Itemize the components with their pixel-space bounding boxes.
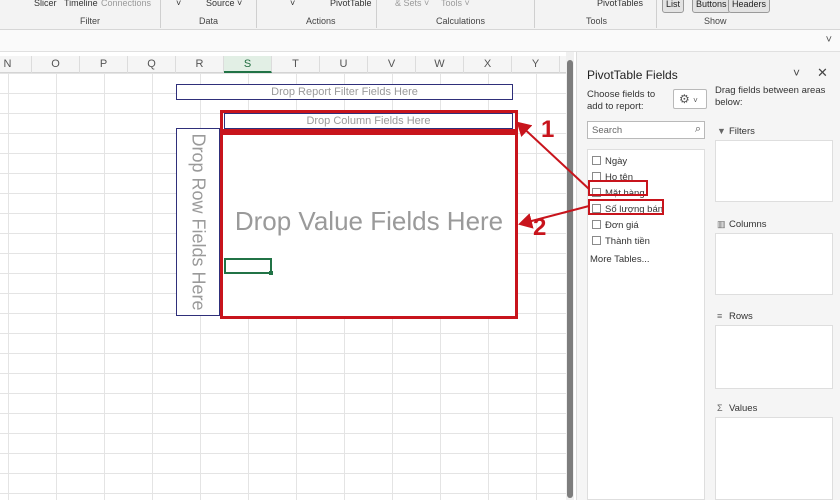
choose-fields-label: Choose fields to add to report: [587, 89, 656, 112]
gear-icon[interactable]: ⚙ ˅ [673, 89, 707, 109]
search-icon[interactable]: ⌕ [695, 123, 701, 136]
drag-fields-label: Drag fields between areas below: [715, 85, 826, 108]
columns-area[interactable] [715, 233, 833, 295]
column-header[interactable]: N [0, 56, 32, 73]
field-item[interactable]: Đơn giá [592, 220, 639, 231]
ribbon-separator [656, 0, 657, 28]
filter-icon: ▼ [717, 126, 726, 136]
pivottable-move-button[interactable]: PivotTable [330, 0, 372, 8]
expand-formula-bar-icon[interactable]: ˅ [826, 34, 832, 46]
drop-row-area[interactable]: Drop Row Fields Here [176, 128, 220, 316]
ribbon-separator [160, 0, 161, 28]
column-header[interactable]: O [32, 56, 80, 73]
slicer-button[interactable]: Slicer [34, 0, 57, 8]
highlight-field-mat-hang [588, 180, 648, 196]
chevron-down-icon[interactable]: ˅ [176, 0, 181, 8]
group-label-calculations: Calculations [436, 16, 486, 26]
rows-area[interactable] [715, 325, 833, 389]
values-area[interactable] [715, 417, 833, 500]
field-label: Thành tiền [605, 236, 650, 247]
column-header[interactable]: X [464, 56, 512, 73]
checkbox[interactable] [592, 236, 601, 245]
values-area-header: Σ Values [717, 403, 757, 414]
connections-button[interactable]: Connections [101, 0, 151, 8]
filters-area[interactable] [715, 140, 833, 202]
column-header[interactable]: R [176, 56, 224, 73]
field-list-button[interactable]: List [662, 0, 685, 13]
rows-icon: ≡ [717, 311, 723, 321]
formula-bar[interactable]: ˅ [0, 30, 840, 52]
column-header[interactable]: Q [128, 56, 176, 73]
timeline-button[interactable]: Timeline [64, 0, 98, 8]
column-header-row: N O P Q R S T U V W X Y [0, 56, 566, 73]
values-label: Values [729, 403, 758, 414]
highlight-value-area [220, 132, 518, 319]
column-header[interactable]: P [80, 56, 128, 73]
ribbon: Slicer Timeline Connections Filter ˅ Sou… [0, 0, 840, 30]
checkbox[interactable] [592, 220, 601, 229]
group-label-data: Data [199, 16, 219, 26]
column-header[interactable]: W [416, 56, 464, 73]
olap-tools-button[interactable]: Tools ˅ [441, 0, 470, 8]
column-header[interactable]: Y [512, 56, 560, 73]
group-label-actions: Actions [306, 16, 336, 26]
column-header[interactable]: V [368, 56, 416, 73]
filters-label: Filters [729, 126, 755, 137]
column-header-selected[interactable]: S [224, 56, 272, 73]
column-header[interactable]: U [320, 56, 368, 73]
vertical-scrollbar[interactable] [566, 52, 574, 500]
filters-area-header: ▼ Filters [717, 126, 755, 137]
field-label: Đơn giá [605, 220, 639, 231]
change-source-button[interactable]: Source ˅ [206, 0, 242, 8]
columns-icon: ▥ [717, 219, 726, 229]
recommended-pivottables-button[interactable]: PivotTables [597, 0, 643, 8]
excel-window: { "ribbon": { "items": { "slicer": "Slic… [0, 0, 840, 500]
ribbon-separator [534, 0, 535, 28]
group-label-show: Show [704, 16, 727, 26]
search-placeholder: Search [592, 125, 623, 136]
pane-title: PivotTable Fields [587, 68, 678, 82]
annotation-label-2: 2 [533, 214, 547, 241]
scrollbar-thumb[interactable] [567, 60, 573, 498]
columns-area-header: ▥ Columns [717, 219, 767, 230]
field-label: Ngày [605, 156, 628, 167]
checkbox[interactable] [592, 156, 601, 165]
close-icon[interactable]: ✕ [817, 65, 828, 81]
annotation-label-1: 1 [541, 116, 555, 143]
highlight-column-area [220, 110, 518, 132]
sigma-icon: Σ [717, 403, 723, 413]
ribbon-separator [376, 0, 377, 28]
pivottable-fields-pane: PivotTable Fields ˅ ✕ Choose fields to a… [576, 52, 840, 500]
column-header[interactable]: T [272, 56, 320, 73]
field-item[interactable]: Ngày [592, 156, 627, 167]
columns-label: Columns [729, 219, 767, 230]
rows-label: Rows [729, 311, 753, 322]
more-tables-link[interactable]: More Tables... [590, 254, 650, 265]
group-label-tools: Tools [586, 16, 608, 26]
group-label-filter: Filter [80, 16, 100, 26]
drop-report-filter-area[interactable]: Drop Report Filter Fields Here [176, 84, 513, 100]
drop-row-label: Drop Row Fields Here [188, 133, 209, 311]
field-headers-button[interactable]: Headers [728, 0, 771, 13]
plus-minus-buttons-button[interactable]: Buttons [692, 0, 731, 13]
highlight-field-so-luong-ban [588, 199, 664, 215]
fields-sets-button[interactable]: & Sets ˅ [395, 0, 429, 8]
rows-area-header: ≡ Rows [717, 311, 753, 322]
search-input[interactable]: Search ⌕ [587, 121, 705, 139]
pane-options-chevron-icon[interactable]: ˅ [793, 66, 800, 80]
ribbon-separator [256, 0, 257, 28]
chevron-down-icon[interactable]: ˅ [290, 0, 295, 8]
field-item[interactable]: Thành tiền [592, 236, 650, 247]
